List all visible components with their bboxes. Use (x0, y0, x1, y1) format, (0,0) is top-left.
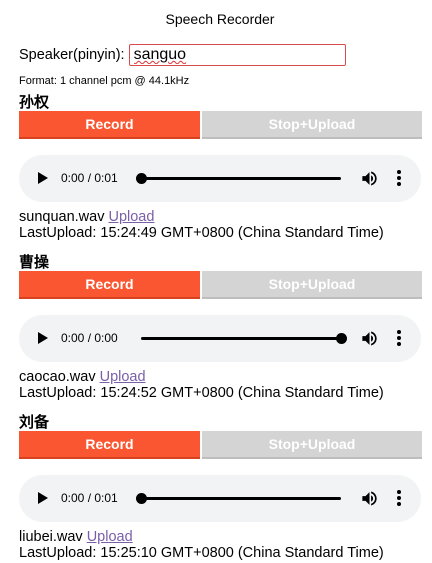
seek-bar[interactable] (141, 333, 347, 344)
last-upload-text: LastUpload: 15:24:49 GMT+0800 (China Sta… (19, 225, 384, 241)
speaker-input[interactable] (128, 44, 346, 66)
speaker-section-sunquan: 孙权 Record Stop+Upload 0:00 / 0:01 sunqua… (19, 91, 422, 241)
more-options-icon[interactable] (396, 489, 402, 507)
more-options-icon[interactable] (396, 329, 402, 347)
play-icon[interactable] (38, 172, 48, 184)
more-options-icon[interactable] (396, 169, 402, 187)
stop-upload-button[interactable]: Stop+Upload (202, 431, 422, 459)
stop-upload-button[interactable]: Stop+Upload (202, 111, 422, 139)
section-name: 孙权 (19, 94, 50, 111)
volume-icon[interactable] (360, 489, 379, 508)
stop-upload-button[interactable]: Stop+Upload (202, 271, 422, 299)
audio-player: 0:00 / 0:01 (19, 475, 421, 522)
upload-link[interactable]: Upload (108, 209, 154, 225)
file-line: sunquan.wav Upload (19, 209, 154, 225)
file-name: liubei.wav (19, 529, 83, 545)
file-name: caocao.wav (19, 369, 96, 385)
section-name: 曹操 (19, 254, 50, 271)
seek-bar[interactable] (136, 173, 341, 184)
play-icon[interactable] (38, 492, 48, 504)
volume-icon[interactable] (360, 329, 379, 348)
last-upload-text: LastUpload: 15:24:52 GMT+0800 (China Sta… (19, 385, 384, 401)
section-name: 刘备 (19, 414, 50, 431)
audio-player: 0:00 / 0:01 (19, 155, 421, 202)
player-time: 0:00 / 0:00 (61, 331, 118, 345)
audio-player: 0:00 / 0:00 (19, 315, 421, 362)
last-upload-text: LastUpload: 15:25:10 GMT+0800 (China Sta… (19, 545, 384, 561)
record-button[interactable]: Record (19, 431, 200, 459)
volume-icon[interactable] (360, 169, 379, 188)
file-line: caocao.wav Upload (19, 369, 146, 385)
player-time: 0:00 / 0:01 (61, 171, 118, 185)
record-button[interactable]: Record (19, 271, 200, 299)
record-button[interactable]: Record (19, 111, 200, 139)
page-title: Speech Recorder (165, 11, 275, 27)
file-line: liubei.wav Upload (19, 529, 133, 545)
seek-knob[interactable] (136, 173, 147, 184)
speaker-section-liubei: 刘备 Record Stop+Upload 0:00 / 0:01 liubei… (19, 411, 422, 561)
speaker-label: Speaker(pinyin): (19, 47, 125, 63)
play-icon[interactable] (38, 332, 48, 344)
seek-bar[interactable] (136, 493, 341, 504)
format-info: Format: 1 channel pcm @ 44.1kHz (19, 75, 190, 87)
upload-link[interactable]: Upload (100, 369, 146, 385)
speaker-section-caocao: 曹操 Record Stop+Upload 0:00 / 0:00 caocao… (19, 251, 422, 401)
seek-knob[interactable] (136, 493, 147, 504)
upload-link[interactable]: Upload (87, 529, 133, 545)
seek-knob[interactable] (336, 333, 347, 344)
player-time: 0:00 / 0:01 (61, 491, 118, 505)
speaker-row: Speaker(pinyin): (19, 43, 346, 67)
file-name: sunquan.wav (19, 209, 105, 225)
